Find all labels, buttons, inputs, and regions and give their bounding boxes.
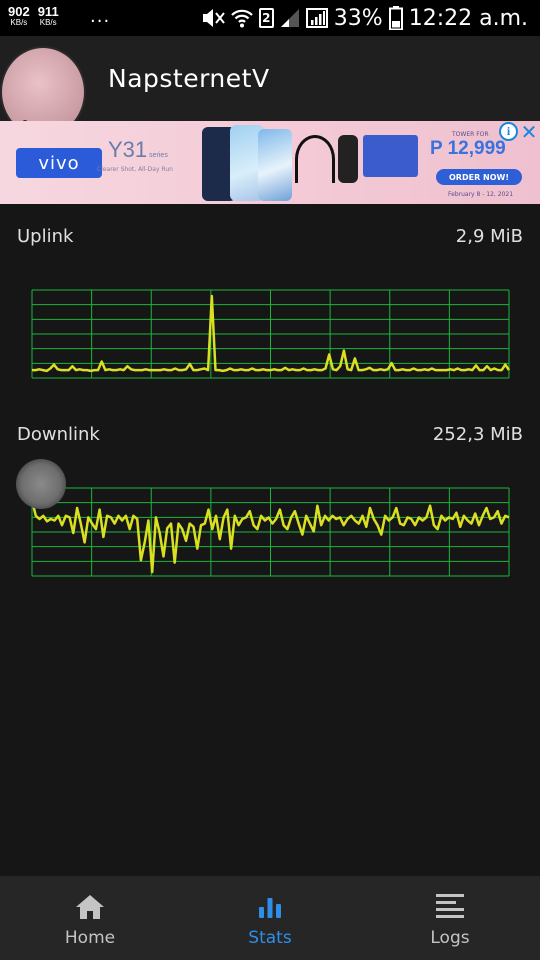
ad-banner[interactable]: vivo Y31 series Clearer Shot, All-Day Run… (0, 121, 540, 204)
status-bar: 902 KB/s 911 KB/s ... 2 33% 12:22 a.m. (0, 0, 540, 36)
list-icon (433, 890, 467, 924)
ad-giftbox-image (363, 135, 418, 177)
ad-price: P 12,999 (430, 138, 506, 159)
bottom-navigation: Home Stats Logs (0, 876, 540, 960)
mute-icon (202, 9, 225, 27)
downlink-value: 252,3 MiB (432, 424, 523, 445)
uplink-value: 2,9 MiB (455, 226, 523, 247)
status-icons: 2 33% 12:22 a.m. (201, 4, 528, 32)
nav-item-home[interactable]: Home (0, 876, 180, 960)
uplink-graph (30, 288, 511, 380)
battery-percentage: 33% (333, 5, 383, 31)
ad-model-text: Y31 (108, 137, 148, 162)
uplink-label: Uplink (17, 226, 74, 247)
home-icon (73, 890, 107, 924)
downlink-graph (30, 486, 511, 578)
upload-speed-unit: KB/s (10, 18, 28, 27)
signal-icon-sim1 (280, 9, 299, 27)
nav-label-home: Home (64, 928, 116, 948)
ad-dates: February 8 - 12, 2021 (448, 191, 514, 198)
ad-model-suffix: series (149, 152, 168, 159)
ad-brand-logo: vivo (16, 148, 102, 178)
ad-model-name: Y31 series (108, 137, 168, 163)
touch-indicator (16, 459, 66, 509)
notification-overflow: ... (90, 6, 111, 27)
network-speed: 902 KB/s 911 KB/s (8, 5, 59, 27)
ad-order-button[interactable]: ORDER NOW! (436, 169, 522, 185)
ad-info-icon[interactable]: i (499, 122, 518, 141)
ad-accessory-image (338, 135, 358, 183)
battery-icon (388, 6, 403, 30)
download-speed-unit: KB/s (39, 18, 57, 27)
signal-icon-sim2 (305, 8, 328, 28)
upload-speed: 902 (8, 4, 30, 19)
bar-chart-icon (253, 890, 287, 924)
ad-close-icon[interactable]: ✕ (518, 120, 540, 144)
downlink-label: Downlink (17, 424, 100, 445)
ad-copy: Clearer Shot, All-Day Run (97, 166, 173, 173)
ad-sale-label: TOWER FOR (452, 131, 489, 138)
nav-label-stats: Stats (248, 928, 292, 948)
wifi-icon (231, 9, 253, 28)
sim-slot-icon: 2 (258, 8, 274, 28)
nav-label-logs: Logs (430, 928, 470, 948)
clock: 12:22 a.m. (408, 5, 528, 31)
nav-item-stats[interactable]: Stats (180, 876, 360, 960)
ad-earbuds-image (295, 135, 335, 183)
nav-item-logs[interactable]: Logs (360, 876, 540, 960)
app-title: NapsternetV (108, 64, 270, 93)
download-speed: 911 (37, 4, 59, 19)
